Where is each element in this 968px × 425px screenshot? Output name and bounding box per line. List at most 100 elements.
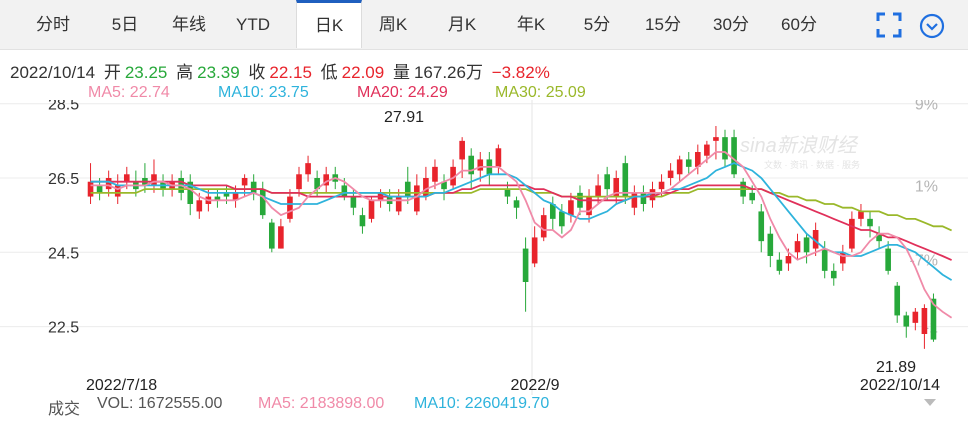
watermark-sub: 文数 · 资讯 · 数据 · 服务 xyxy=(764,159,860,170)
candle-body xyxy=(477,159,484,171)
candle-body xyxy=(296,174,302,190)
tab-7[interactable]: 年K xyxy=(500,0,562,50)
candle-body xyxy=(676,159,683,175)
candle-body xyxy=(368,200,375,219)
candle-body xyxy=(278,226,284,249)
high-value: 23.39 xyxy=(197,63,240,82)
candle-body xyxy=(722,137,728,160)
high-label: 高 xyxy=(176,63,194,82)
candle-body xyxy=(667,170,674,178)
tab-11[interactable]: 60分 xyxy=(768,0,830,50)
close-value: 22.15 xyxy=(269,63,312,82)
candle-body xyxy=(586,196,592,216)
fullscreen-icon[interactable] xyxy=(874,10,904,40)
tab-0[interactable]: 分时 xyxy=(22,0,84,50)
change-percent: −3.82% xyxy=(491,63,550,82)
candle-body xyxy=(87,181,94,197)
candle-body xyxy=(921,308,928,334)
high-annotation: 27.91 xyxy=(384,109,424,126)
candle-body xyxy=(785,256,792,264)
candle-body xyxy=(196,200,203,212)
y-tick-label: 26.5 xyxy=(48,171,79,188)
y-tick-label: 28.5 xyxy=(48,100,79,114)
candle-body xyxy=(287,196,293,219)
candle-body xyxy=(794,241,801,253)
candle-body xyxy=(414,185,420,212)
ma30-line xyxy=(90,188,952,232)
x-tick-label: 2022/9 xyxy=(511,377,560,394)
tab-8[interactable]: 5分 xyxy=(570,0,624,50)
candle-body xyxy=(749,192,756,201)
tab-10[interactable]: 30分 xyxy=(700,0,762,50)
candle-body xyxy=(105,178,112,190)
candle-body xyxy=(758,211,765,242)
candle-body xyxy=(631,192,638,208)
candle-body xyxy=(568,200,574,216)
y-tick-label: 24.5 xyxy=(48,245,79,262)
candlestick-chart[interactable]: 28.526.524.522.59%1%-7%-1sina新浪财经文数 · 资讯… xyxy=(0,100,968,395)
open-value: 23.25 xyxy=(124,63,168,82)
candle-body xyxy=(96,185,103,193)
candle-body xyxy=(912,311,919,323)
tab-9[interactable]: 15分 xyxy=(632,0,694,50)
tab-6[interactable]: 月K xyxy=(432,0,492,50)
candle-body xyxy=(894,285,901,316)
pct-tick-label: 9% xyxy=(915,100,938,114)
candle-body xyxy=(704,144,710,156)
candle-body xyxy=(513,200,520,208)
candle-body xyxy=(114,185,121,197)
candle-body xyxy=(731,137,737,175)
candle-body xyxy=(867,218,873,227)
tab-1[interactable]: 5日 xyxy=(96,0,154,50)
candle-body xyxy=(830,270,837,279)
volume-label: 量 xyxy=(392,63,410,82)
candle-body xyxy=(250,181,257,193)
candle-body xyxy=(504,189,511,197)
candle-body xyxy=(495,148,502,167)
close-label: 收 xyxy=(248,63,266,82)
candle-body xyxy=(595,185,601,197)
candle-body xyxy=(821,248,828,271)
volume-vol: VOL: 1672555.00 xyxy=(97,395,223,412)
x-tick-label: 2022/10/14 xyxy=(860,377,940,394)
candle-body xyxy=(459,140,465,160)
low-annotation: 21.89 xyxy=(876,359,916,376)
quote-summary: 2022/10/14 开 23.25 高 23.39 收 22.15 低 22.09 量… xyxy=(10,58,554,83)
candle-body xyxy=(849,218,855,249)
candle-body xyxy=(713,137,719,141)
candle-body xyxy=(268,222,275,249)
tab-2[interactable]: 年线 xyxy=(158,0,220,50)
y-tick-label: 22.5 xyxy=(48,320,79,337)
more-icon[interactable] xyxy=(918,12,946,40)
chevron-down-icon[interactable] xyxy=(922,394,938,410)
watermark-logo: sina新浪财经 xyxy=(740,135,859,157)
candle-body xyxy=(767,233,774,256)
candle-body xyxy=(341,185,348,197)
candle-body xyxy=(123,174,130,182)
candle-body xyxy=(622,163,629,197)
tab-3[interactable]: YTD xyxy=(222,0,284,50)
candle-body xyxy=(395,196,402,212)
tab-5[interactable]: 周K xyxy=(362,0,424,50)
candle-body xyxy=(803,237,810,253)
candle-body xyxy=(885,248,891,271)
period-tab-bar: 分时 5日 年线 YTD 日K 周K 月K 年K 5分 15分 30分 60分 xyxy=(0,0,968,50)
candle-body xyxy=(359,215,366,227)
candle-body xyxy=(151,174,157,186)
volume-ma10: MA10: 2260419.70 xyxy=(414,395,550,412)
volume-title: 成交 xyxy=(48,401,81,418)
candle-body xyxy=(604,174,610,190)
volume-ma5: MA5: 2183898.00 xyxy=(258,395,385,412)
candle-body xyxy=(640,192,647,204)
candle-body xyxy=(649,189,656,201)
ma5-line xyxy=(90,151,953,319)
candle-body xyxy=(685,159,692,167)
low-value: 22.09 xyxy=(341,63,385,82)
low-label: 低 xyxy=(320,63,338,82)
candle-body xyxy=(658,181,665,190)
x-tick-label: 2022/7/18 xyxy=(86,377,157,394)
candle-body xyxy=(903,315,910,327)
candle-body xyxy=(531,237,538,264)
tab-4[interactable]: 日K xyxy=(296,0,362,48)
candle-body xyxy=(305,163,311,175)
